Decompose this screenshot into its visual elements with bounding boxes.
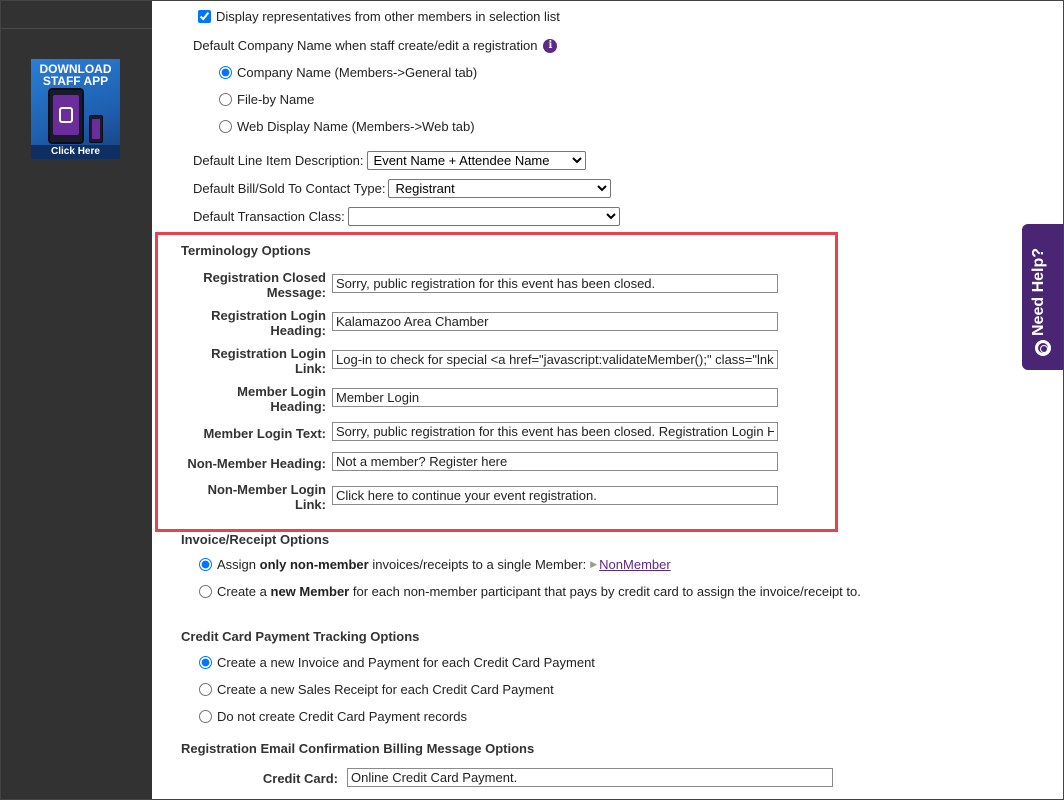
only-non-member-radio[interactable]: [199, 558, 212, 571]
bill-sold-row: Default Bill/Sold To Contact Type: Regis…: [193, 179, 612, 198]
file-by-name-radio[interactable]: [219, 93, 232, 106]
credit-card-section-title: Credit Card Payment Tracking Options: [181, 629, 420, 644]
phone-icon: [89, 115, 103, 143]
registration-login-heading-label: Registration Login Heading:: [211, 308, 326, 338]
non-member-login-link-input[interactable]: [332, 486, 778, 505]
cc-option-1: Create a new Sales Receipt for each Cred…: [199, 682, 554, 697]
non-member-heading-label: Non-Member Heading:: [187, 456, 326, 471]
bill-sold-label: Default Bill/Sold To Contact Type:: [193, 181, 386, 196]
line-item-row: Default Line Item Description: Event Nam…: [193, 151, 586, 170]
only-non-member-mid: invoices/receipts to a single Member:: [372, 557, 587, 572]
tablet-icon: [48, 88, 84, 144]
left-sidebar: ... DOWNLOAD STAFF APP Click Here: [0, 0, 152, 800]
new-member-bold: new Member: [270, 584, 350, 599]
sidebar-divider: [0, 28, 152, 29]
default-company-row: Default Company Name when staff create/e…: [193, 38, 558, 53]
cc-no-records-label: Do not create Credit Card Payment record…: [217, 709, 467, 724]
only-non-member-bold: only non-member: [259, 557, 369, 572]
need-help-tab[interactable]: Need Help?: [1022, 224, 1064, 370]
company-name-label: Company Name (Members->General tab): [237, 65, 478, 80]
info-icon[interactable]: i: [543, 38, 558, 53]
transaction-class-label: Default Transaction Class:: [193, 209, 345, 224]
company-option-2: Web Display Name (Members->Web tab): [219, 119, 475, 134]
cc-option-2: Do not create Credit Card Payment record…: [199, 709, 467, 724]
credit-card-label: Credit Card:: [262, 771, 338, 786]
web-display-name-radio[interactable]: [219, 120, 232, 133]
display-reps-checkbox[interactable]: [198, 10, 211, 23]
banner-cta: Click Here: [31, 145, 120, 159]
non-member-heading-input[interactable]: [332, 452, 778, 471]
cc-no-records-radio[interactable]: [199, 710, 212, 723]
file-by-name-label: File-by Name: [237, 92, 315, 107]
registration-login-heading-input[interactable]: [332, 312, 778, 331]
banner-title: DOWNLOAD STAFF APP: [39, 62, 112, 88]
member-login-heading-label: Member Login Heading:: [237, 384, 326, 414]
cc-invoice-payment-radio[interactable]: [199, 656, 212, 669]
bill-sold-select[interactable]: Registrant: [388, 179, 612, 198]
new-member-radio[interactable]: [199, 585, 212, 598]
company-option-1: File-by Name: [219, 92, 314, 107]
company-option-0: Company Name (Members->General tab): [219, 65, 477, 80]
transaction-class-select[interactable]: [347, 207, 620, 226]
new-member-post: for each non-member participant that pay…: [352, 584, 861, 599]
display-reps-label: Display representatives from other membe…: [216, 9, 560, 24]
member-login-text-label: Member Login Text:: [203, 426, 326, 441]
member-login-text-input[interactable]: [332, 422, 778, 441]
nonmember-link[interactable]: NonMember: [599, 557, 671, 572]
download-staff-app-banner[interactable]: DOWNLOAD STAFF APP Click Here: [31, 59, 120, 159]
only-non-member-pre: Assign: [217, 557, 257, 572]
invoice-section-title: Invoice/Receipt Options: [181, 532, 330, 547]
line-item-label: Default Line Item Description:: [193, 153, 364, 168]
invoice-option-1: Create a new Member for each non-member …: [199, 584, 861, 599]
default-company-label: Default Company Name when staff create/e…: [193, 38, 538, 53]
web-display-name-label: Web Display Name (Members->Web tab): [237, 119, 475, 134]
registration-closed-input[interactable]: [332, 274, 778, 293]
company-name-radio[interactable]: [219, 66, 232, 79]
registration-closed-label: Registration Closed Message:: [203, 270, 326, 300]
new-member-pre: Create a: [217, 584, 267, 599]
credit-card-message-input[interactable]: [347, 768, 833, 787]
terminology-section-title: Terminology Options: [181, 243, 311, 258]
sidebar-top-text: ...: [28, 0, 37, 4]
cc-sales-receipt-label: Create a new Sales Receipt for each Cred…: [217, 682, 554, 697]
registration-login-link-label: Registration Login Link:: [211, 346, 326, 376]
invoice-option-0: Assign only non-member invoices/receipts…: [199, 557, 671, 572]
cc-sales-receipt-radio[interactable]: [199, 683, 212, 696]
need-help-label: Need Help?: [1030, 247, 1047, 336]
lifebuoy-icon: [1035, 340, 1051, 356]
cc-invoice-payment-label: Create a new Invoice and Payment for eac…: [217, 655, 595, 670]
non-member-login-link-label: Non-Member Login Link:: [207, 482, 326, 512]
caret-right-icon: ▶: [590, 559, 598, 569]
member-login-heading-input[interactable]: [332, 388, 778, 407]
display-reps-row: Display representatives from other membe…: [198, 9, 560, 24]
registration-login-link-input[interactable]: [332, 350, 778, 369]
email-billing-section-title: Registration Email Confirmation Billing …: [181, 741, 535, 756]
line-item-select[interactable]: Event Name + Attendee Name: [366, 151, 586, 170]
transaction-class-row: Default Transaction Class:: [193, 207, 620, 226]
cc-option-0: Create a new Invoice and Payment for eac…: [199, 655, 595, 670]
